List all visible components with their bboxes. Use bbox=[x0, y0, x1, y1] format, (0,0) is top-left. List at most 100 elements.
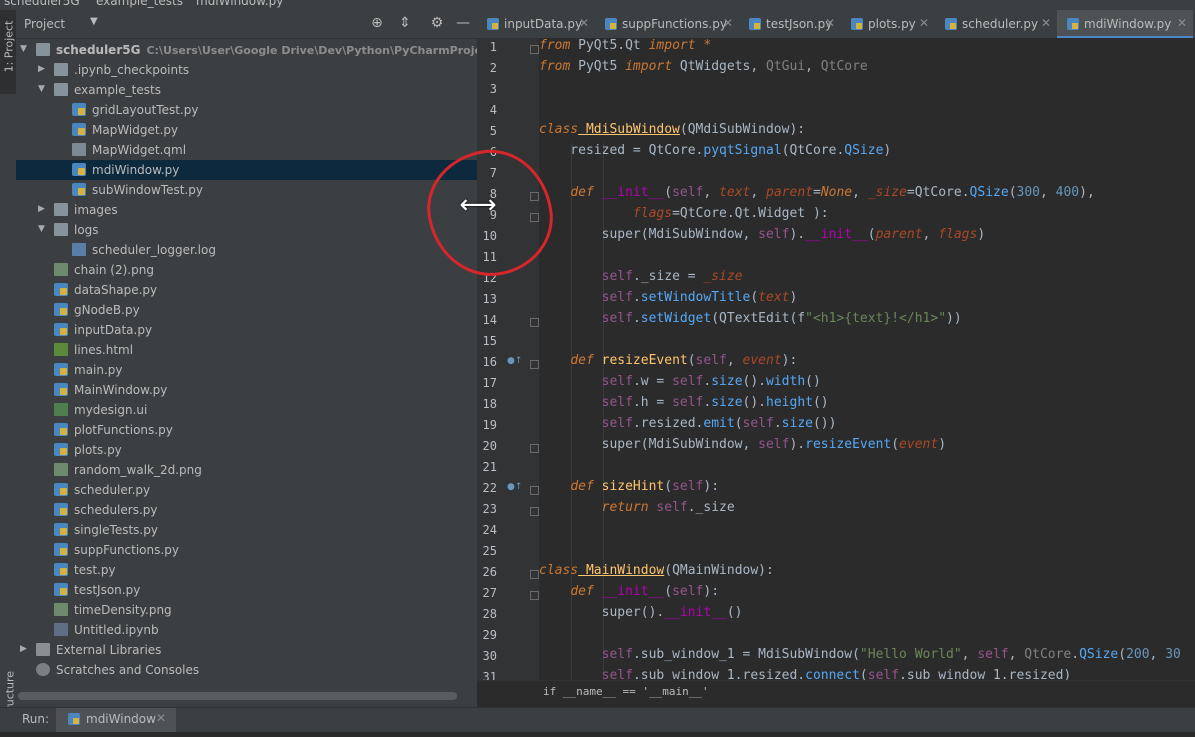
fold-marker-icon[interactable] bbox=[530, 570, 539, 579]
tree-item-label: images bbox=[74, 203, 118, 217]
hide-icon[interactable]: — bbox=[454, 14, 472, 32]
line-number: 2 bbox=[489, 61, 497, 75]
chevron-right-icon[interactable]: ▶ bbox=[38, 204, 48, 214]
run-tab[interactable]: mdiWindow ✕ bbox=[56, 708, 176, 732]
python-file-icon bbox=[54, 583, 68, 596]
tree-item[interactable]: mydesign.ui bbox=[16, 400, 477, 420]
fold-marker-icon[interactable] bbox=[530, 507, 539, 516]
tree-item-label: External Libraries bbox=[56, 643, 162, 657]
override-method-icon[interactable]: ●↑ bbox=[507, 482, 522, 492]
editor-tab[interactable]: testJson.py ✕ bbox=[739, 10, 841, 38]
tree-item[interactable]: ▼ logs bbox=[16, 220, 477, 240]
tree-item[interactable]: plotFunctions.py bbox=[16, 420, 477, 440]
collapse-all-icon[interactable]: ⇕ bbox=[396, 14, 414, 32]
image-file-icon bbox=[54, 603, 68, 616]
tree-item-label: gNodeB.py bbox=[74, 303, 140, 317]
breadcrumb-item[interactable]: scheduler5G bbox=[4, 0, 80, 8]
tree-item[interactable]: chain (2).png bbox=[16, 260, 477, 280]
chevron-down-icon[interactable]: ▼ bbox=[38, 224, 48, 234]
tree-item[interactable]: timeDensity.png bbox=[16, 600, 477, 620]
editor-tab[interactable]: plots.py ✕ bbox=[841, 10, 935, 38]
tree-item[interactable]: dataShape.py bbox=[16, 280, 477, 300]
code-line: class MainWindow(QMainWindow): bbox=[539, 563, 774, 578]
line-number: 1 bbox=[489, 40, 497, 54]
tree-item[interactable]: inputData.py bbox=[16, 320, 477, 340]
fold-marker-icon[interactable] bbox=[530, 45, 539, 54]
close-icon[interactable]: ✕ bbox=[156, 711, 166, 725]
close-icon[interactable]: ✕ bbox=[825, 16, 835, 30]
horizontal-scrollbar[interactable] bbox=[18, 692, 457, 700]
editor-tab[interactable]: inputData.py ✕ bbox=[477, 10, 595, 38]
line-number: 19 bbox=[482, 418, 497, 432]
python-file-icon bbox=[54, 503, 68, 516]
tree-item[interactable]: scheduler.py bbox=[16, 480, 477, 500]
tree-item-label: testJson.py bbox=[74, 583, 141, 597]
tree-item[interactable]: schedulers.py bbox=[16, 500, 477, 520]
editor-tab-label: testJson.py bbox=[766, 17, 833, 31]
tree-item[interactable]: MapWidget.py bbox=[16, 120, 477, 140]
tree-item-label: logs bbox=[74, 223, 99, 237]
tree-item[interactable]: ▶ images bbox=[16, 200, 477, 220]
tree-item[interactable]: Untitled.ipynb bbox=[16, 620, 477, 640]
tree-item[interactable]: suppFunctions.py bbox=[16, 540, 477, 560]
fold-marker-icon[interactable] bbox=[530, 444, 539, 453]
tree-item[interactable]: subWindowTest.py bbox=[16, 180, 477, 200]
editor-tab[interactable]: scheduler.py ✕ bbox=[935, 10, 1057, 38]
fold-marker-icon[interactable] bbox=[530, 318, 539, 327]
tree-item[interactable]: mdiWindow.py bbox=[16, 160, 477, 180]
code-editor[interactable]: from PyQt5.Qt import * from PyQt5 import … bbox=[539, 38, 1195, 680]
editor-tab[interactable]: suppFunctions.py ✕ bbox=[595, 10, 739, 38]
tree-item[interactable]: gridLayoutTest.py bbox=[16, 100, 477, 120]
chevron-right-icon[interactable]: ▶ bbox=[38, 64, 48, 74]
tree-item[interactable]: ▶ External Libraries bbox=[16, 640, 477, 660]
close-icon[interactable]: ✕ bbox=[1177, 16, 1187, 30]
python-file-icon bbox=[54, 283, 68, 296]
tree-item[interactable]: ▼ example_tests bbox=[16, 80, 477, 100]
tree-item[interactable]: random_walk_2d.png bbox=[16, 460, 477, 480]
python-file-icon bbox=[54, 543, 68, 556]
tree-item-label: scheduler_logger.log bbox=[92, 243, 216, 257]
line-number: 30 bbox=[482, 649, 497, 663]
tree-item[interactable]: MapWidget.qml bbox=[16, 140, 477, 160]
gear-icon[interactable]: ⚙ bbox=[428, 14, 446, 32]
project-view-selector[interactable]: Project bbox=[24, 17, 65, 31]
tree-item[interactable]: testJson.py bbox=[16, 580, 477, 600]
tree-item[interactable]: lines.html bbox=[16, 340, 477, 360]
override-method-icon[interactable]: ●↑ bbox=[507, 356, 522, 366]
folder-icon bbox=[36, 43, 50, 56]
navigation-bar: scheduler5G example_tests mdiWindow.py bbox=[0, 0, 1195, 10]
tree-item[interactable]: test.py bbox=[16, 560, 477, 580]
close-icon[interactable]: ✕ bbox=[1041, 16, 1051, 30]
tree-item[interactable]: scheduler_logger.log bbox=[16, 240, 477, 260]
tree-item[interactable]: MainWindow.py bbox=[16, 380, 477, 400]
tree-item-label: main.py bbox=[74, 363, 123, 377]
close-icon[interactable]: ✕ bbox=[579, 16, 589, 30]
line-number: 18 bbox=[482, 397, 497, 411]
tree-item[interactable]: gNodeB.py bbox=[16, 300, 477, 320]
locate-icon[interactable]: ⊕ bbox=[368, 14, 386, 32]
breadcrumb-item[interactable]: mdiWindow.py bbox=[196, 0, 283, 8]
tree-item[interactable]: Scratches and Consoles bbox=[16, 660, 477, 680]
fold-marker-icon[interactable] bbox=[530, 360, 539, 369]
tree-item[interactable]: main.py bbox=[16, 360, 477, 380]
chevron-down-icon[interactable]: ▼ bbox=[38, 84, 48, 94]
project-tool-tab[interactable]: 1: Project bbox=[0, 10, 16, 94]
fold-marker-icon[interactable] bbox=[530, 591, 539, 600]
breadcrumb-item[interactable]: example_tests bbox=[96, 0, 183, 8]
code-breadcrumb[interactable]: if __name__ == '__main__' bbox=[543, 685, 709, 698]
line-number: 26 bbox=[482, 565, 497, 579]
tree-item[interactable]: singleTests.py bbox=[16, 520, 477, 540]
code-line: self.setWidget(QTextEdit(f"<h1>{text}!</… bbox=[601, 311, 962, 326]
editor-tab[interactable]: mdiWindow.py ✕ bbox=[1057, 10, 1193, 38]
tree-item[interactable]: ▶ .ipynb_checkpoints bbox=[16, 60, 477, 80]
chevron-down-icon[interactable]: ▼ bbox=[90, 16, 98, 27]
tree-item-label: lines.html bbox=[74, 343, 134, 357]
close-icon[interactable]: ✕ bbox=[723, 16, 733, 30]
close-icon[interactable]: ✕ bbox=[919, 16, 929, 30]
tree-item[interactable]: ▼ scheduler5G C:\Users\User\Google Drive\D… bbox=[16, 40, 477, 60]
fold-marker-icon[interactable] bbox=[530, 486, 539, 495]
code-line: self.resized.emit(self.size()) bbox=[601, 416, 837, 431]
chevron-right-icon[interactable]: ▶ bbox=[20, 644, 30, 654]
tree-item[interactable]: plots.py bbox=[16, 440, 477, 460]
chevron-down-icon[interactable]: ▼ bbox=[20, 44, 30, 54]
